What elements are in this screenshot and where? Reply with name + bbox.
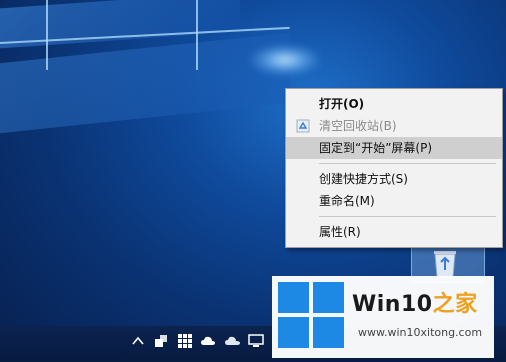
- menu-item-open[interactable]: 打开(O): [286, 93, 502, 115]
- watermark-title-main: Win10: [352, 292, 433, 317]
- recycle-icon: [296, 119, 310, 133]
- network-drive-icon[interactable]: [153, 333, 169, 349]
- wallpaper-edge: [196, 0, 198, 70]
- wallpaper-light: [250, 45, 320, 75]
- watermark-title: Win10之家: [352, 286, 478, 318]
- watermark-title-accent: 之家: [432, 292, 478, 317]
- display-icon[interactable]: [248, 333, 264, 349]
- menu-item-label: 创建快捷方式(S): [319, 172, 408, 186]
- menu-item-pin-to-start[interactable]: 固定到“开始”屏幕(P): [286, 137, 502, 159]
- menu-item-empty-recycle-bin[interactable]: 清空回收站(B): [286, 115, 502, 137]
- chevron-up-icon[interactable]: [130, 333, 146, 349]
- grid-app-icon[interactable]: [177, 333, 193, 349]
- menu-item-rename[interactable]: 重命名(M): [286, 190, 502, 212]
- watermark-url: www.win10xitong.com: [358, 326, 483, 339]
- menu-item-properties[interactable]: 属性(R): [286, 221, 502, 243]
- menu-item-create-shortcut[interactable]: 创建快捷方式(S): [286, 168, 502, 190]
- menu-item-label: 重命名(M): [319, 194, 375, 208]
- menu-separator: [319, 216, 496, 217]
- menu-item-label: 固定到“开始”屏幕(P): [319, 141, 433, 155]
- menu-item-label: 打开(O): [319, 97, 365, 111]
- site-watermark: Win10之家 www.win10xitong.com: [272, 276, 494, 358]
- menu-item-label: 属性(R): [319, 225, 361, 239]
- wallpaper-panel: [0, 32, 290, 134]
- recycle-bin-icon: [434, 251, 456, 278]
- context-menu: 打开(O) 清空回收站(B) 固定到“开始”屏幕(P) 创建快捷方式(S) 重命…: [285, 88, 503, 248]
- menu-item-label: 清空回收站(B): [319, 119, 397, 133]
- cloud-icon[interactable]: [200, 333, 216, 349]
- menu-separator: [319, 163, 496, 164]
- windows-logo-icon: [278, 282, 344, 348]
- wallpaper-edge: [46, 0, 48, 70]
- onedrive-icon[interactable]: [224, 333, 240, 349]
